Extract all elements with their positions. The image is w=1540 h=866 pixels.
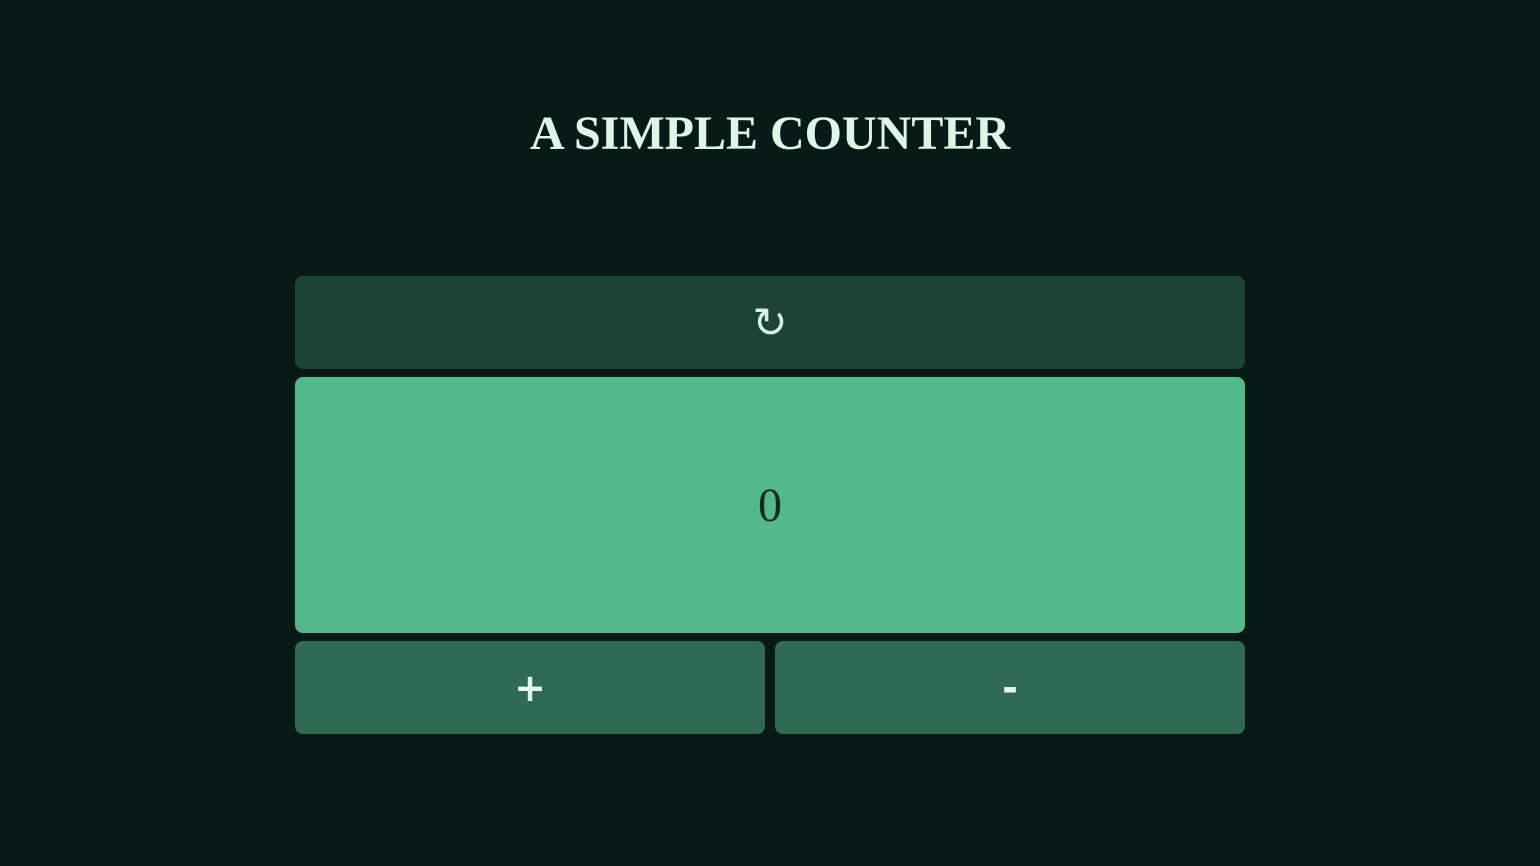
page-title: A SIMPLE COUNTER [529, 107, 1011, 160]
reset-button[interactable]: ↻ [295, 276, 1245, 369]
step-buttons-row: + - [295, 641, 1245, 734]
decrement-label: - [1002, 665, 1018, 710]
counter-value: 0 [758, 478, 782, 532]
reset-icon: ↻ [752, 298, 788, 347]
increment-button[interactable]: + [295, 641, 765, 734]
increment-label: + [514, 665, 546, 710]
counter-widget: ↻ 0 + - [295, 276, 1245, 734]
decrement-button[interactable]: - [775, 641, 1245, 734]
counter-display: 0 [295, 377, 1245, 633]
